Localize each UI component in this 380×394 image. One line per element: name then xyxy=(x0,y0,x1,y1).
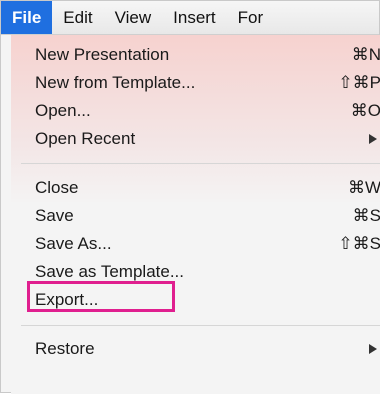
submenu-arrow-icon xyxy=(369,134,377,144)
menu-insert[interactable]: Insert xyxy=(162,1,227,34)
menu-item-label: New Presentation xyxy=(35,45,170,64)
submenu-arrow-icon xyxy=(369,344,377,354)
menu-item-label: Save As... xyxy=(35,234,112,253)
app-window: File Edit View Insert For New Presentati… xyxy=(0,0,380,394)
menu-item-label: New from Template... xyxy=(35,73,196,92)
shortcut-label: ⌘S xyxy=(352,206,380,225)
menu-edit[interactable]: Edit xyxy=(52,1,103,34)
menu-item-close[interactable]: Close ⌘W xyxy=(35,174,380,202)
menu-item-save[interactable]: Save ⌘S xyxy=(35,202,380,230)
menu-item-label: Open... xyxy=(35,101,91,120)
menu-item-label: Close xyxy=(35,178,79,197)
menu-item-new-from-template[interactable]: New from Template... ⇧⌘P xyxy=(35,69,380,97)
file-menu-dropdown: New Presentation ⌘N New from Template...… xyxy=(11,35,380,394)
menu-view[interactable]: View xyxy=(104,1,163,34)
menu-item-restore[interactable]: Restore xyxy=(35,335,380,363)
menu-separator xyxy=(21,325,380,326)
menu-item-label: Save xyxy=(35,206,74,225)
shortcut-label: ⇧⌘S xyxy=(338,234,380,253)
menu-item-label: Restore xyxy=(35,339,95,358)
menu-format[interactable]: For xyxy=(227,1,275,34)
menu-bar: File Edit View Insert For xyxy=(1,1,379,35)
shortcut-label: ⌘W xyxy=(347,178,380,197)
menu-item-new-presentation[interactable]: New Presentation ⌘N xyxy=(35,41,380,69)
menu-item-open-recent[interactable]: Open Recent xyxy=(35,125,380,153)
shortcut-label: ⌘O xyxy=(350,101,380,120)
menu-item-open[interactable]: Open... ⌘O xyxy=(35,97,380,125)
shortcut-label: ⌘N xyxy=(351,45,380,64)
menu-file[interactable]: File xyxy=(1,1,53,34)
menu-item-save-as[interactable]: Save As... ⇧⌘S xyxy=(35,230,380,258)
menu-separator xyxy=(21,163,380,164)
export-highlight-box xyxy=(27,281,175,312)
menu-item-label: Open Recent xyxy=(35,129,136,148)
shortcut-label: ⇧⌘P xyxy=(338,73,380,92)
